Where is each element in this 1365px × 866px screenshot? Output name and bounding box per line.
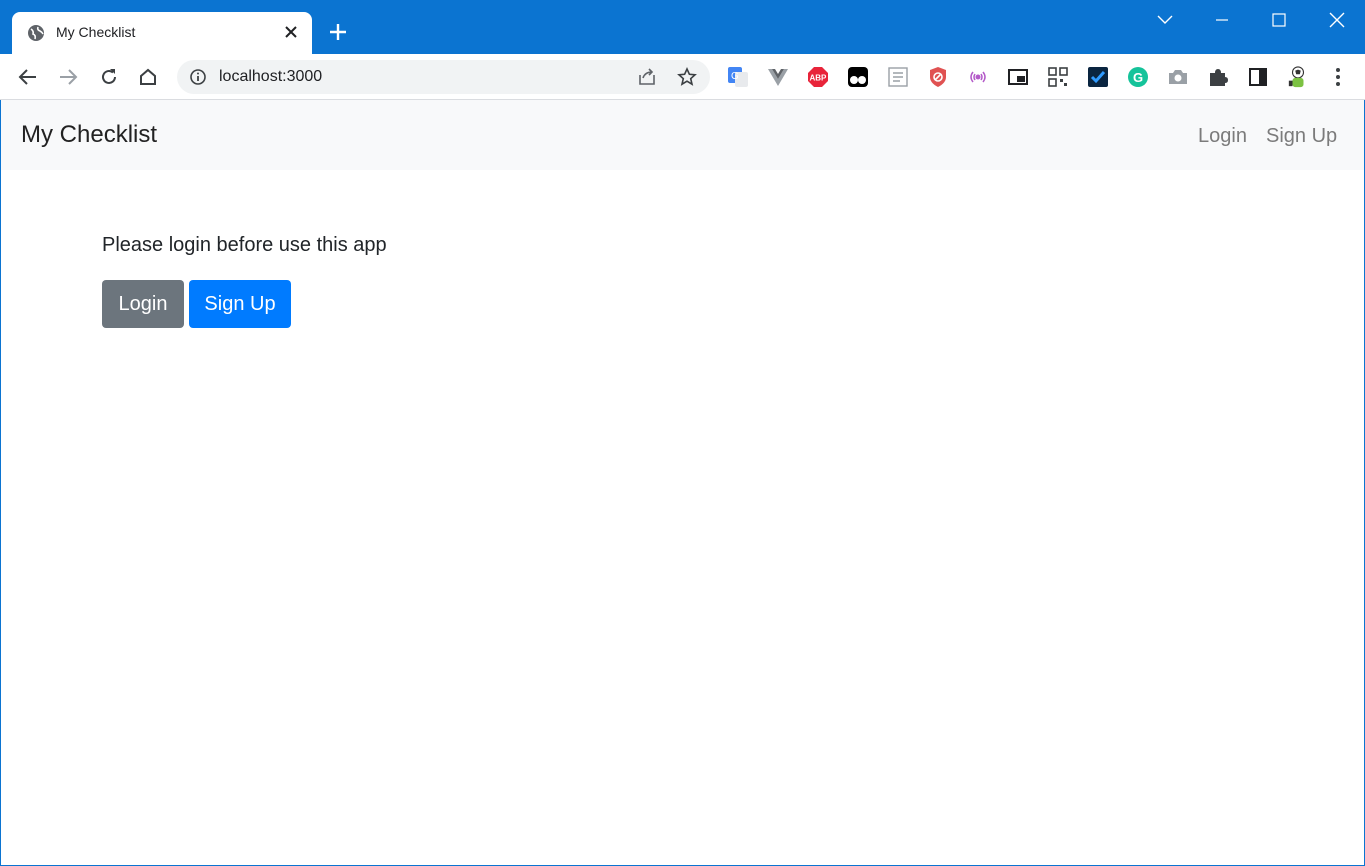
globe-icon xyxy=(27,24,45,42)
share-icon[interactable] xyxy=(637,67,657,87)
tampermonkey-icon[interactable] xyxy=(847,66,869,88)
reader-icon[interactable] xyxy=(887,66,909,88)
tab-strip: My Checklist xyxy=(0,0,1365,54)
back-arrow-icon[interactable] xyxy=(15,64,41,90)
page-content: My Checklist Login Sign Up Please login … xyxy=(1,100,1364,865)
broadcast-icon[interactable] xyxy=(967,66,989,88)
puzzle-icon[interactable] xyxy=(1207,66,1229,88)
close-tab-icon[interactable] xyxy=(282,23,300,41)
qr-code-icon[interactable] xyxy=(1047,66,1069,88)
camera-icon[interactable] xyxy=(1167,66,1189,88)
abp-label: ABP xyxy=(810,74,828,83)
nav-link-signup[interactable]: Sign Up xyxy=(1266,125,1337,148)
new-tab-icon[interactable] xyxy=(326,20,350,44)
tab-search-chevron-icon[interactable] xyxy=(1153,8,1177,32)
navbar-brand[interactable]: My Checklist xyxy=(21,121,157,149)
side-panel-icon[interactable] xyxy=(1247,66,1269,88)
bookmark-star-icon[interactable] xyxy=(677,67,697,87)
svg-text:G: G xyxy=(731,71,739,82)
shield-icon[interactable] xyxy=(927,66,949,88)
home-icon[interactable] xyxy=(135,64,161,90)
minimize-icon[interactable] xyxy=(1210,8,1234,32)
picture-in-picture-icon[interactable] xyxy=(1007,66,1029,88)
todo-check-icon[interactable] xyxy=(1087,66,1109,88)
app-navbar: My Checklist Login Sign Up xyxy=(1,100,1364,170)
menu-icon[interactable] xyxy=(1327,66,1349,88)
grammarly-label: G xyxy=(1133,70,1143,85)
forward-arrow-icon[interactable] xyxy=(55,64,81,90)
maximize-icon[interactable] xyxy=(1267,8,1291,32)
signup-button[interactable]: Sign Up xyxy=(189,280,291,328)
browser-tab[interactable]: My Checklist xyxy=(12,12,312,54)
reload-icon[interactable] xyxy=(96,64,122,90)
vue-icon[interactable] xyxy=(767,66,789,88)
google-translate-icon[interactable]: G xyxy=(727,66,749,88)
adblock-plus-icon[interactable]: ABP xyxy=(807,66,829,88)
tab-title: My Checklist xyxy=(56,24,136,40)
grammarly-icon[interactable]: G xyxy=(1127,66,1149,88)
login-button[interactable]: Login xyxy=(102,280,184,328)
login-prompt-message: Please login before use this app xyxy=(102,234,387,256)
url-text: localhost:3000 xyxy=(219,68,323,85)
close-window-icon[interactable] xyxy=(1325,8,1349,32)
avatar-icon[interactable] xyxy=(1287,66,1309,88)
nav-link-login[interactable]: Login xyxy=(1198,125,1247,148)
address-bar[interactable]: localhost:3000 xyxy=(177,60,710,94)
site-info-icon[interactable] xyxy=(189,68,207,86)
browser-toolbar: localhost:3000 G ABP G xyxy=(0,54,1365,100)
